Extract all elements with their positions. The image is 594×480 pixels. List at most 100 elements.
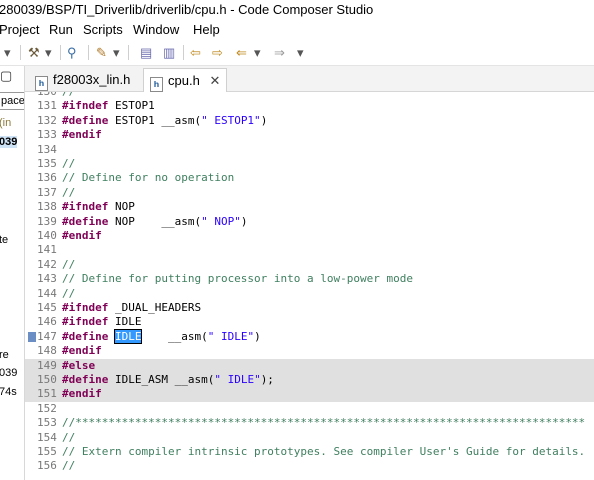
code-line[interactable]: 136 // Define for no operation [25,171,594,185]
code-text: // Define for no operation [62,171,234,185]
code-line[interactable]: 140 #endif [25,229,594,243]
previous-edit-icon[interactable]: ⇦ [190,44,201,61]
line-number: 142 [37,257,57,271]
file-list-icon[interactable]: ▥ [163,44,175,61]
code-text: #else [62,359,95,373]
code-token: #define [62,329,109,343]
tree-item[interactable]: 74s [0,386,17,398]
back-arrow-icon[interactable]: ⇐ [236,44,247,61]
line-number: 138 [37,200,57,214]
next-edit-icon[interactable]: ⇨ [212,44,223,61]
menu-help[interactable]: Help [193,20,220,40]
code-text: // [62,287,75,301]
menu-bar: Project Run Scripts Window Help [0,20,594,40]
code-text: // [62,459,75,473]
editor-tab-bar: h f28003x_lin.h h cpu.h ✕ [25,66,594,92]
code-line[interactable]: 150 #define IDLE_ASM __asm(" IDLE"); [25,373,594,388]
search-icon[interactable]: ⚲ [67,44,77,61]
code-token: #endif [62,344,102,358]
code-line[interactable]: 145 #ifndef _DUAL_HEADERS [25,301,594,315]
code-line[interactable]: 152 [25,402,594,416]
code-text: #ifndef _DUAL_HEADERS [62,301,201,315]
project-explorer-panel: ▢ pace (in 039 te re 039 74s [0,66,25,480]
menu-window[interactable]: Window [133,20,179,40]
tree-item-selected[interactable]: 039 [0,136,18,148]
code-line[interactable]: 134 [25,143,594,157]
code-token: ESTOP1 __asm( [108,113,202,127]
code-token: " NOP" [201,214,241,228]
line-number: 150 [37,373,57,386]
code-line[interactable]: 151 #endif [25,387,594,402]
toolbar-separator [20,45,21,60]
dropdown-arrow-icon[interactable]: ▾ [254,44,261,61]
menu-run[interactable]: Run [49,20,73,40]
tab-f28003x-lin-h[interactable]: h f28003x_lin.h [29,68,145,91]
code-text: #ifndef NOP [62,200,135,214]
line-number: 139 [37,214,57,228]
code-text: #endif [62,229,102,243]
code-token: // [62,185,76,199]
header-file-icon: h [35,76,48,91]
code-line[interactable]: 143 // Define for putting processor into … [25,272,594,286]
close-icon[interactable]: ✕ [209,73,220,88]
code-line[interactable]: 137 // [25,186,594,200]
code-line[interactable]: 142 // [25,258,594,272]
code-token: #endif [62,387,102,401]
code-line[interactable]: 156 // [25,459,594,473]
tree-item[interactable]: re [0,349,9,361]
window-title: 280039/BSP/TI_Driverlib/driverlib/cpu.h … [0,2,374,17]
code-line[interactable]: 146 #ifndef IDLE [25,315,594,329]
code-line[interactable]: 130// [25,92,594,99]
tab-label: f28003x_lin.h [53,72,131,87]
code-line[interactable]: 133 #endif [25,128,594,142]
code-line[interactable]: 153 //***********************************… [25,416,594,430]
selected-token: IDLE [114,328,143,344]
line-number: 154 [37,430,57,444]
line-number: 147 [37,329,57,343]
toolbar-separator [128,45,129,60]
code-token: ) [260,113,268,127]
menu-scripts[interactable]: Scripts [83,20,123,40]
tree-item[interactable]: te [0,234,8,246]
code-line[interactable]: 144 // [25,287,594,301]
code-text: #endif [62,387,102,401]
code-token: #else [62,358,96,372]
code-token: ); [260,373,274,386]
code-line[interactable]: 135 // [25,157,594,171]
menu-project[interactable]: Project [0,20,39,40]
forward-arrow-icon[interactable]: ⇒ [274,44,285,61]
code-editor[interactable]: 130//131#ifndef ESTOP1132#define ESTOP1 … [25,92,594,480]
code-text: // [62,431,75,445]
window-icon[interactable]: ▢ [0,68,15,84]
tree-item[interactable]: (in [0,117,11,129]
code-line[interactable]: 139 #define NOP __asm(" NOP") [25,215,594,229]
dropdown-arrow-icon[interactable]: ▾ [45,44,52,61]
code-line[interactable]: 155 // Extern compiler intrinsic prototyp… [25,445,594,459]
code-line[interactable]: 148 #endif [25,344,594,358]
dropdown-arrow-icon[interactable]: ▾ [113,44,120,61]
code-line[interactable]: 147 #define IDLE __asm(" IDLE") [25,328,594,344]
code-line[interactable]: 141 [25,243,594,257]
code-line[interactable]: 138 #ifndef NOP [25,200,594,214]
code-text: #define IDLE __asm(" IDLE") [62,328,261,344]
tab-cpu-h[interactable]: h cpu.h ✕ [143,68,227,92]
line-number: 146 [37,315,57,329]
hammer-build-icon[interactable]: ⚒ [28,44,40,61]
code-text: // [62,186,75,200]
code-token: // [62,92,75,98]
dropdown-arrow-icon[interactable]: ▾ [4,44,11,61]
code-token: // [62,257,76,271]
code-token: // Define for no operation [62,171,235,185]
code-line[interactable]: 132 #define ESTOP1 __asm(" ESTOP1") [25,114,594,128]
pencil-icon[interactable]: ✎ [96,44,107,61]
code-text: #define IDLE_ASM __asm(" IDLE"); [62,373,274,387]
code-line[interactable]: 149 #else [25,358,594,373]
file-icon[interactable]: ▤ [140,44,152,61]
tree-item[interactable]: 039 [0,367,17,379]
code-line[interactable]: 131 #ifndef ESTOP1 [25,99,594,113]
tooltip-text: pace [1,95,25,107]
code-line[interactable]: 154 // [25,431,594,445]
dropdown-arrow-icon[interactable]: ▾ [297,44,304,61]
line-number: 137 [37,185,57,199]
